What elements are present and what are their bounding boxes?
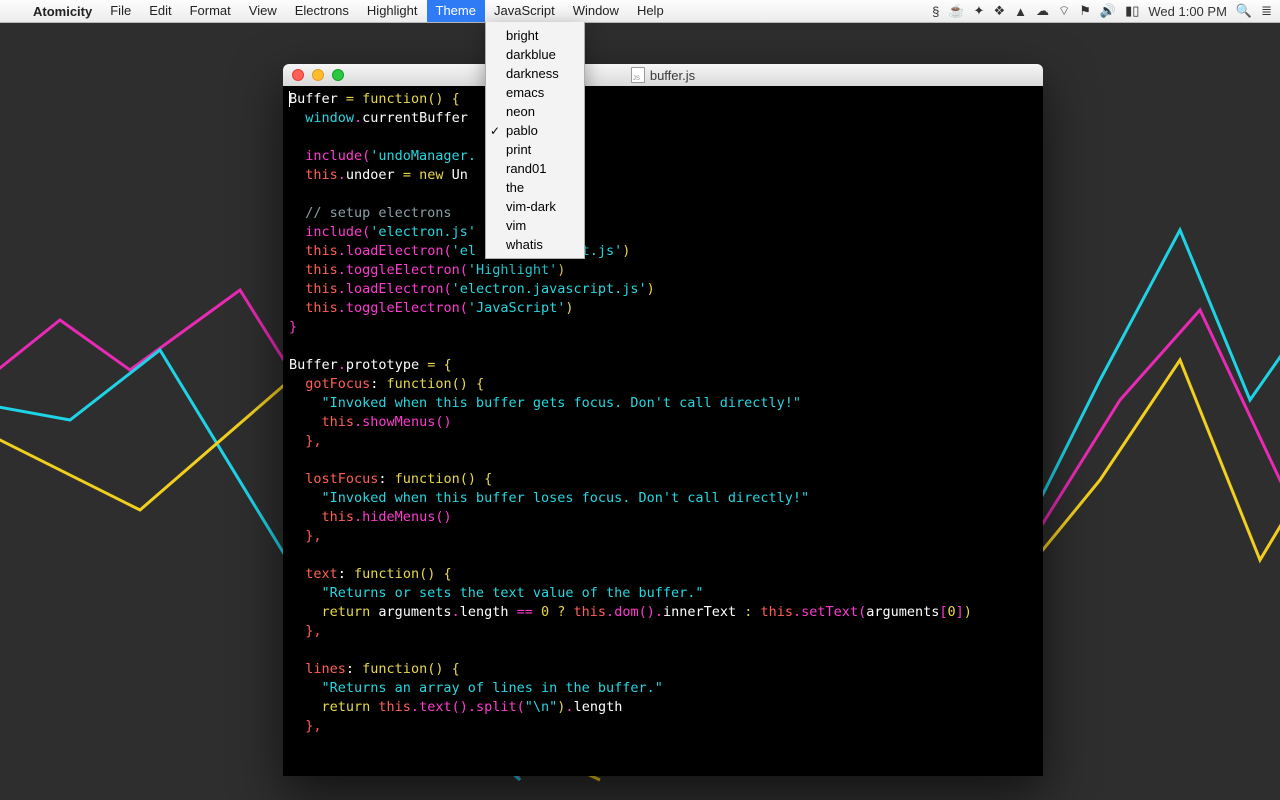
theme-option-bright[interactable]: bright bbox=[486, 26, 584, 45]
theme-option-vim-dark[interactable]: vim-dark bbox=[486, 197, 584, 216]
status-icon[interactable]: ☕ bbox=[948, 3, 964, 19]
theme-option-neon[interactable]: neon bbox=[486, 102, 584, 121]
cloud-icon[interactable]: ☁ bbox=[1036, 3, 1049, 19]
bluetooth-icon[interactable]: ⌔ bbox=[1058, 3, 1070, 19]
window-titlebar[interactable]: buffer.js bbox=[283, 64, 1043, 87]
menu-edit[interactable]: Edit bbox=[140, 0, 180, 22]
status-icon[interactable]: ❖ bbox=[993, 3, 1005, 19]
window-title: buffer.js bbox=[283, 67, 1043, 83]
menu-window[interactable]: Window bbox=[564, 0, 628, 22]
code-editor[interactable]: Buffer = function() { window.currentBuff… bbox=[283, 86, 1043, 776]
notification-center-icon[interactable]: ≣ bbox=[1261, 3, 1272, 19]
check-icon: ✓ bbox=[490, 124, 500, 138]
theme-option-darkblue[interactable]: darkblue bbox=[486, 45, 584, 64]
menubar: Atomicity File Edit Format View Electron… bbox=[0, 0, 1280, 23]
clock[interactable]: Wed 1:00 PM bbox=[1148, 4, 1227, 19]
menu-format[interactable]: Format bbox=[181, 0, 240, 22]
menu-highlight[interactable]: Highlight bbox=[358, 0, 427, 22]
spotlight-icon[interactable]: 🔍 bbox=[1236, 3, 1252, 19]
theme-option-the[interactable]: the bbox=[486, 178, 584, 197]
theme-option-emacs[interactable]: emacs bbox=[486, 83, 584, 102]
menu-theme[interactable]: Theme bbox=[427, 0, 485, 22]
menubar-status-area: § ☕ ✦ ❖ ▲ ☁ ⌔ ⚑ 🔊 ▮▯ Wed 1:00 PM 🔍 ≣ bbox=[932, 3, 1280, 19]
menu-file[interactable]: File bbox=[101, 0, 140, 22]
status-icon[interactable]: ✦ bbox=[974, 3, 985, 19]
app-menu[interactable]: Atomicity bbox=[24, 4, 101, 19]
menu-view[interactable]: View bbox=[240, 0, 286, 22]
theme-option-darkness[interactable]: darkness bbox=[486, 64, 584, 83]
menu-electrons[interactable]: Electrons bbox=[286, 0, 358, 22]
status-icon[interactable]: ▲ bbox=[1014, 4, 1027, 19]
theme-option-rand01[interactable]: rand01 bbox=[486, 159, 584, 178]
wifi-icon[interactable]: ⚑ bbox=[1079, 3, 1091, 19]
volume-icon[interactable]: 🔊 bbox=[1100, 3, 1116, 19]
status-icon[interactable]: § bbox=[932, 4, 939, 19]
theme-option-print[interactable]: print bbox=[486, 140, 584, 159]
document-icon bbox=[631, 67, 645, 83]
menu-javascript[interactable]: JavaScript bbox=[485, 0, 564, 22]
theme-option-whatis[interactable]: whatis bbox=[486, 235, 584, 254]
editor-window: buffer.js Buffer = function() { window.c… bbox=[283, 64, 1043, 776]
theme-option-pablo[interactable]: ✓pablo bbox=[486, 121, 584, 140]
theme-option-vim[interactable]: vim bbox=[486, 216, 584, 235]
menu-help[interactable]: Help bbox=[628, 0, 673, 22]
battery-icon[interactable]: ▮▯ bbox=[1125, 3, 1139, 19]
theme-dropdown: bright darkblue darkness emacs neon ✓pab… bbox=[485, 22, 585, 259]
